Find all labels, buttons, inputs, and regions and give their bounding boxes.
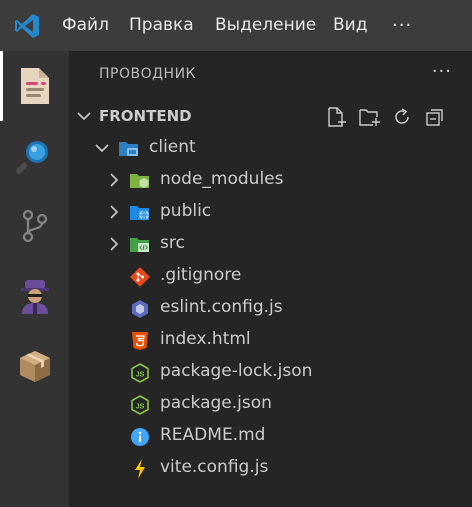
section-actions bbox=[325, 106, 446, 128]
info-icon bbox=[129, 426, 151, 448]
tree-item-label: client bbox=[149, 137, 196, 157]
new-file-icon[interactable] bbox=[325, 106, 347, 128]
title-bar: Файл Правка Выделение Вид ··· bbox=[0, 0, 472, 51]
tree-item-label: package-lock.json bbox=[160, 361, 313, 381]
tree-item-label: README.md bbox=[160, 425, 266, 445]
nodejs-icon: JS bbox=[129, 394, 151, 416]
chevron-down-icon[interactable] bbox=[93, 139, 111, 157]
tree-item-client[interactable]: client bbox=[69, 132, 472, 164]
sidebar-title: ПРОВОДНИК bbox=[99, 66, 196, 82]
tree-item-label: .gitignore bbox=[160, 265, 242, 285]
tree-item-vite-config[interactable]: vite.config.js bbox=[69, 452, 472, 484]
new-folder-icon[interactable] bbox=[358, 106, 380, 128]
public-folder-icon bbox=[129, 202, 151, 224]
activity-bar bbox=[0, 51, 69, 507]
chevron-right-icon[interactable] bbox=[105, 235, 123, 253]
menu-file[interactable]: Файл bbox=[62, 0, 109, 51]
tree-item-node-modules[interactable]: node_modules bbox=[69, 164, 472, 196]
tree-item-label: src bbox=[160, 233, 185, 253]
tree-item-src[interactable]: src bbox=[69, 228, 472, 260]
vite-icon bbox=[129, 458, 151, 480]
section-header-frontend[interactable]: FRONTEND bbox=[69, 103, 472, 129]
tree-item-label: index.html bbox=[160, 329, 251, 349]
git-icon bbox=[129, 266, 151, 288]
active-indicator bbox=[0, 51, 3, 121]
tree-item-package-lock-json[interactable]: JS package-lock.json bbox=[69, 356, 472, 388]
tree-item-gitignore[interactable]: .gitignore bbox=[69, 260, 472, 292]
search-icon[interactable] bbox=[0, 121, 69, 191]
menu-view[interactable]: Вид bbox=[333, 0, 367, 51]
menu-edit[interactable]: Правка bbox=[129, 0, 194, 51]
tree-item-label: public bbox=[160, 201, 212, 221]
src-folder-icon bbox=[129, 234, 151, 256]
source-control-icon[interactable] bbox=[0, 191, 69, 261]
tree-item-index-html[interactable]: index.html bbox=[69, 324, 472, 356]
nodejs-icon: JS bbox=[129, 362, 151, 384]
collapse-all-icon[interactable] bbox=[424, 106, 446, 128]
agent-icon[interactable] bbox=[0, 261, 69, 331]
menu-selection[interactable]: Выделение bbox=[215, 0, 316, 51]
section-title: FRONTEND bbox=[99, 107, 192, 125]
chevron-right-icon[interactable] bbox=[105, 203, 123, 221]
svg-text:JS: JS bbox=[136, 404, 145, 411]
svg-text:JS: JS bbox=[136, 372, 145, 379]
tree-item-label: eslint.config.js bbox=[160, 297, 283, 317]
tree-item-public[interactable]: public bbox=[69, 196, 472, 228]
sidebar-more-icon[interactable]: ··· bbox=[432, 61, 452, 82]
menu-more-icon[interactable]: ··· bbox=[392, 0, 412, 51]
extensions-box-icon[interactable] bbox=[0, 331, 69, 401]
explorer-icon[interactable] bbox=[0, 51, 69, 121]
refresh-icon[interactable] bbox=[391, 106, 413, 128]
client-folder-icon bbox=[118, 138, 140, 160]
node-modules-folder-icon bbox=[129, 170, 151, 192]
tree-item-label: vite.config.js bbox=[160, 457, 269, 477]
chevron-down-icon[interactable] bbox=[75, 107, 93, 125]
tree-item-label: node_modules bbox=[160, 169, 284, 189]
tree-item-package-json[interactable]: JS package.json bbox=[69, 388, 472, 420]
vscode-logo-icon[interactable] bbox=[14, 13, 40, 39]
chevron-right-icon[interactable] bbox=[105, 171, 123, 189]
tree-item-label: package.json bbox=[160, 393, 272, 413]
tree-item-eslint-config[interactable]: eslint.config.js bbox=[69, 292, 472, 324]
explorer-sidebar: ПРОВОДНИК ··· FRONTEND client node_modul… bbox=[69, 51, 472, 507]
tree-item-readme[interactable]: README.md bbox=[69, 420, 472, 452]
eslint-icon bbox=[129, 298, 151, 320]
html5-icon bbox=[129, 330, 151, 352]
